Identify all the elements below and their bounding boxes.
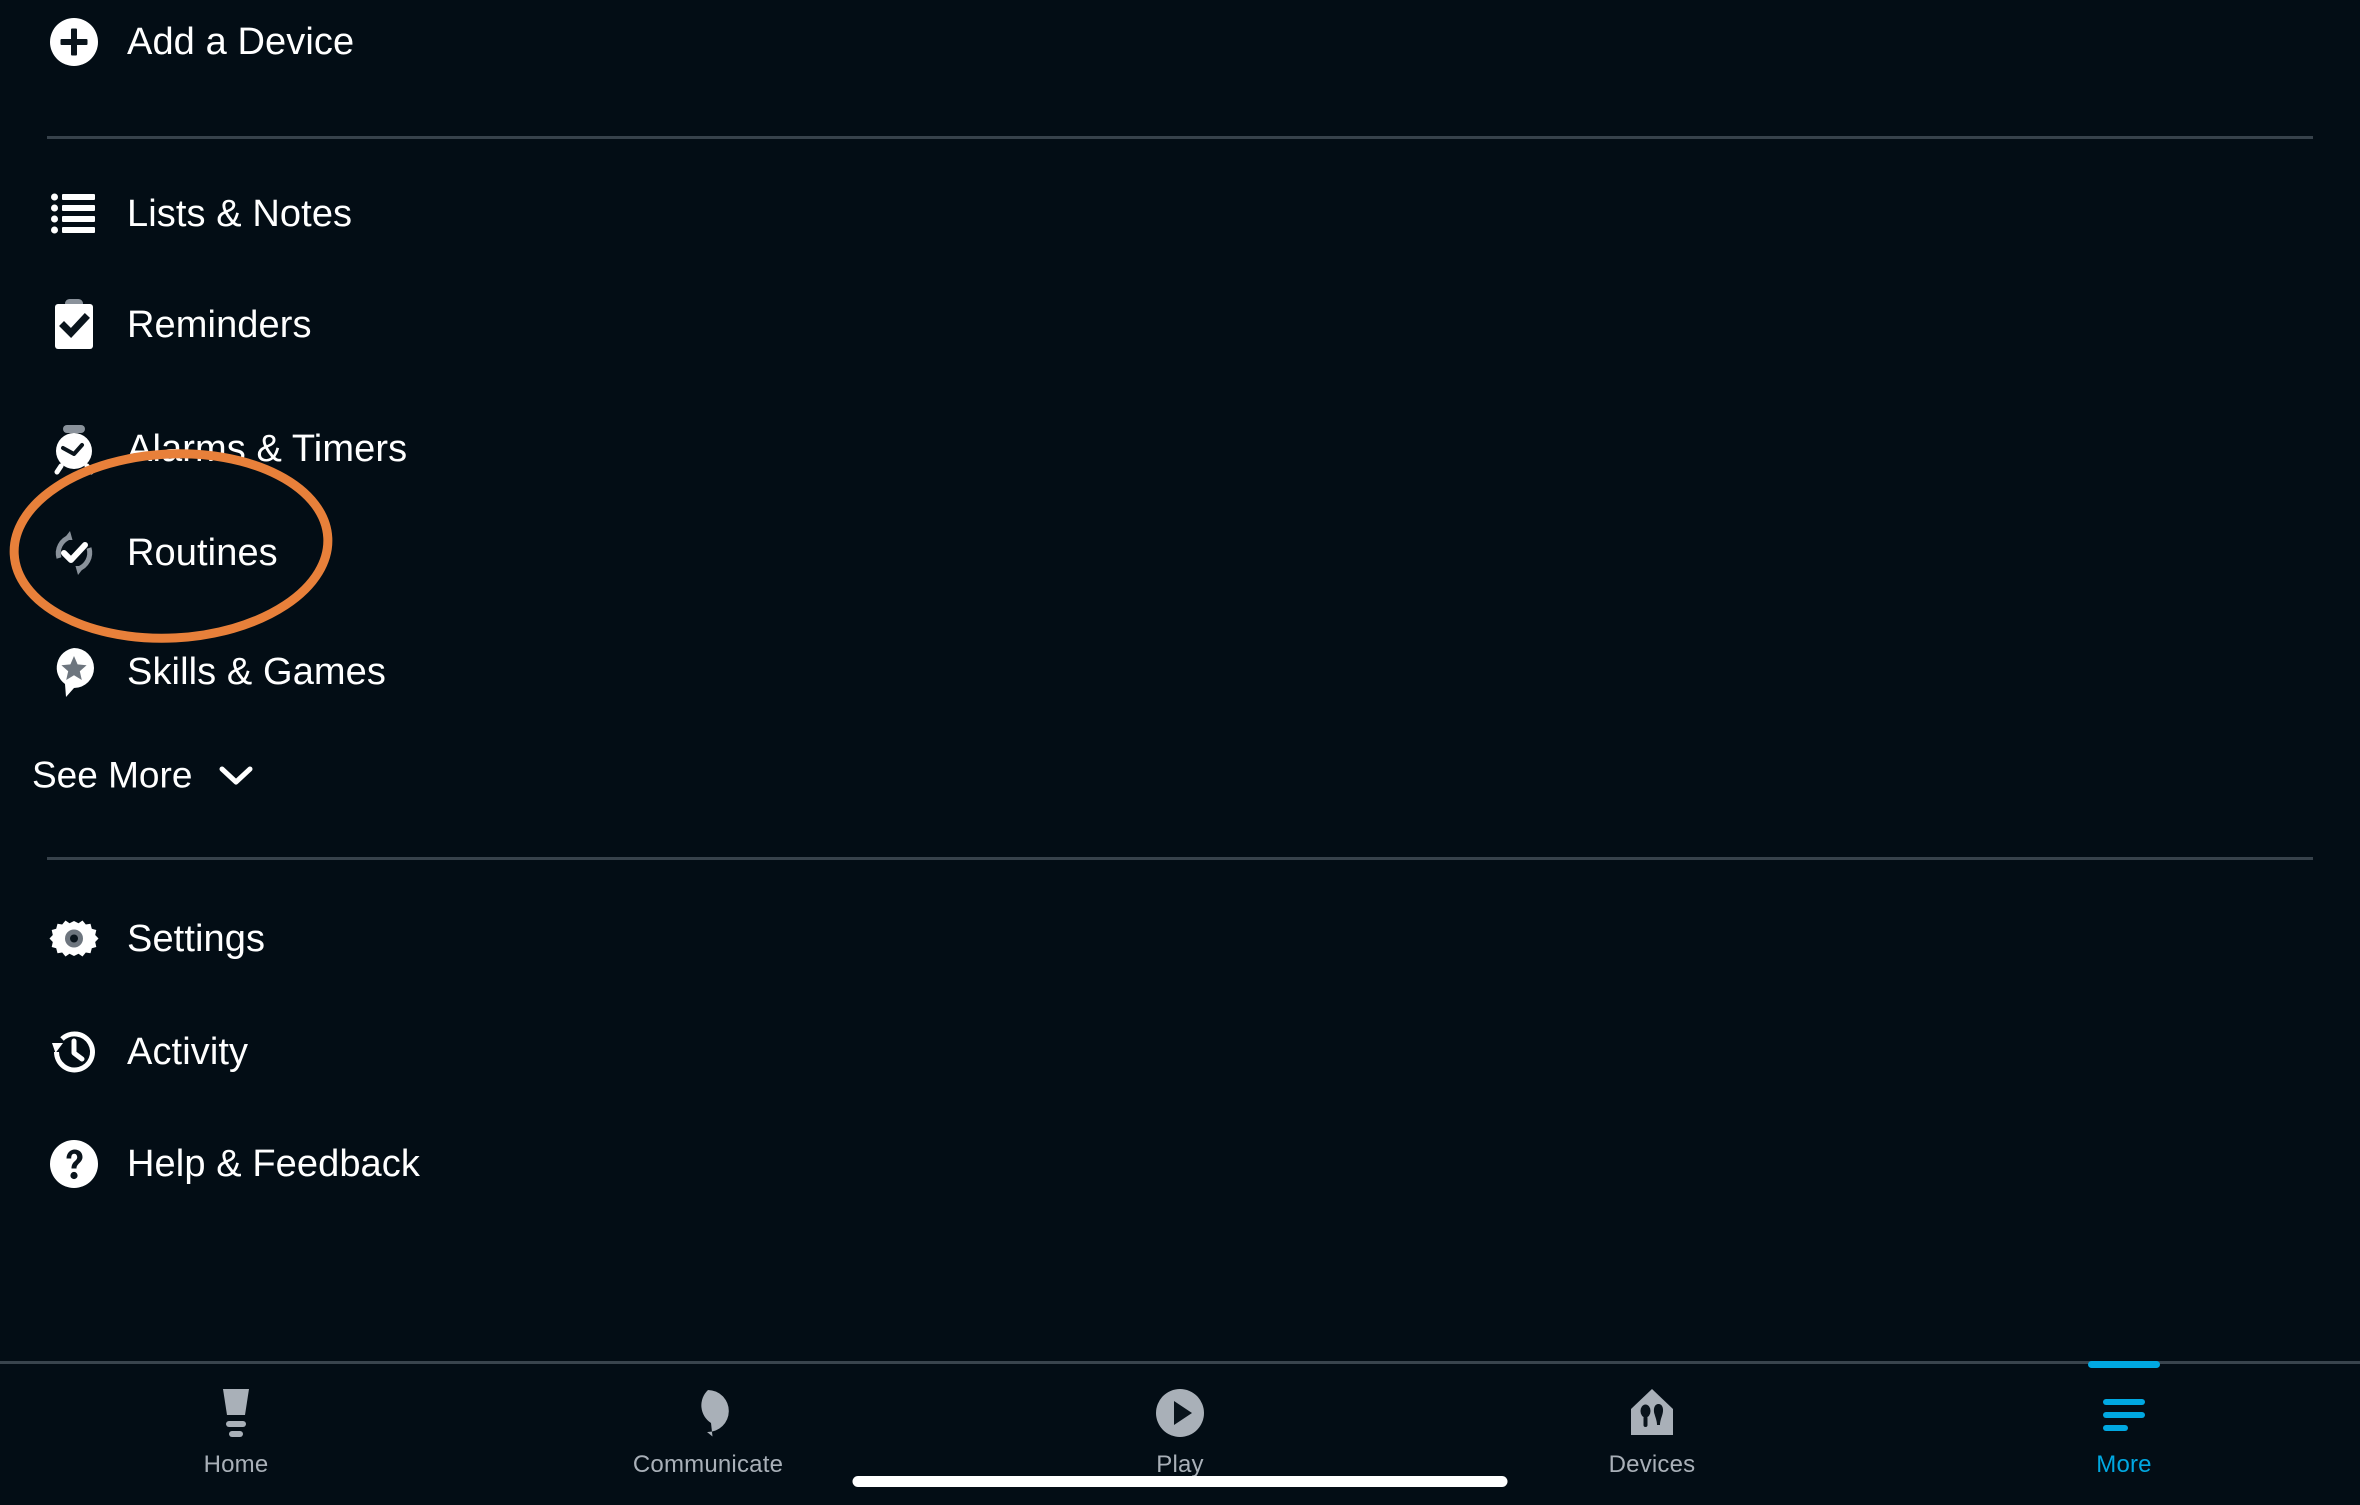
menu-divider-top	[47, 136, 2313, 139]
menu-item-reminders[interactable]: Reminders	[0, 283, 2360, 367]
list-icon	[48, 188, 100, 240]
alarm-clock-icon	[48, 423, 100, 475]
menu-item-label: Add a Device	[127, 21, 355, 63]
menu-item-label: Routines	[127, 532, 278, 574]
home-indicator	[852, 1476, 1508, 1487]
see-more-label: See More	[32, 754, 193, 796]
menu-item-activity[interactable]: Activity	[0, 1010, 2360, 1094]
home-devices-icon	[1627, 1385, 1677, 1441]
plus-circle-icon	[48, 16, 100, 68]
gear-icon	[48, 913, 100, 965]
speech-bubble-icon	[684, 1385, 732, 1441]
chevron-down-icon	[218, 763, 254, 787]
menu-item-label: Reminders	[127, 304, 312, 346]
menu-item-label: Activity	[127, 1031, 249, 1073]
play-circle-icon	[1154, 1385, 1206, 1441]
menu-item-label: Lists & Notes	[127, 193, 353, 235]
routines-refresh-check-icon	[48, 527, 100, 579]
nav-active-indicator	[2088, 1361, 2160, 1368]
hamburger-menu-icon	[2101, 1385, 2147, 1441]
star-pin-icon	[48, 646, 100, 698]
nav-tab-label: More	[2096, 1451, 2152, 1478]
menu-item-lists-and-notes[interactable]: Lists & Notes	[0, 172, 2360, 256]
nav-tab-label: Devices	[1608, 1451, 1696, 1478]
menu-divider-bottom	[47, 857, 2313, 860]
menu-item-add-a-device[interactable]: Add a Device	[0, 0, 2360, 84]
alexa-app-more-screen: Add a Device Lists & Notes Reminders Ala…	[0, 0, 2360, 1505]
nav-tab-label: Home	[203, 1451, 269, 1478]
menu-item-routines[interactable]: Routines	[0, 511, 2360, 595]
echo-device-icon	[212, 1385, 260, 1441]
nav-tab-label: Play	[1156, 1451, 1204, 1478]
menu-item-skills-and-games[interactable]: Skills & Games	[0, 630, 2360, 714]
nav-tab-more[interactable]: More	[1888, 1361, 2360, 1505]
menu-item-alarms-and-timers[interactable]: Alarms & Timers	[0, 407, 2360, 491]
menu-item-help-and-feedback[interactable]: Help & Feedback	[0, 1122, 2360, 1206]
nav-tab-label: Communicate	[632, 1451, 784, 1478]
clock-history-icon	[48, 1026, 100, 1078]
clipboard-check-icon	[48, 299, 100, 351]
menu-item-label: Help & Feedback	[127, 1143, 420, 1185]
nav-tab-home[interactable]: Home	[0, 1364, 472, 1505]
question-circle-icon	[48, 1138, 100, 1190]
more-menu-list: Add a Device Lists & Notes Reminders Ala…	[0, 0, 2360, 1361]
menu-item-label: Settings	[127, 918, 266, 960]
menu-item-settings[interactable]: Settings	[0, 897, 2360, 981]
menu-item-label: Skills & Games	[127, 651, 387, 693]
menu-item-label: Alarms & Timers	[127, 428, 408, 470]
